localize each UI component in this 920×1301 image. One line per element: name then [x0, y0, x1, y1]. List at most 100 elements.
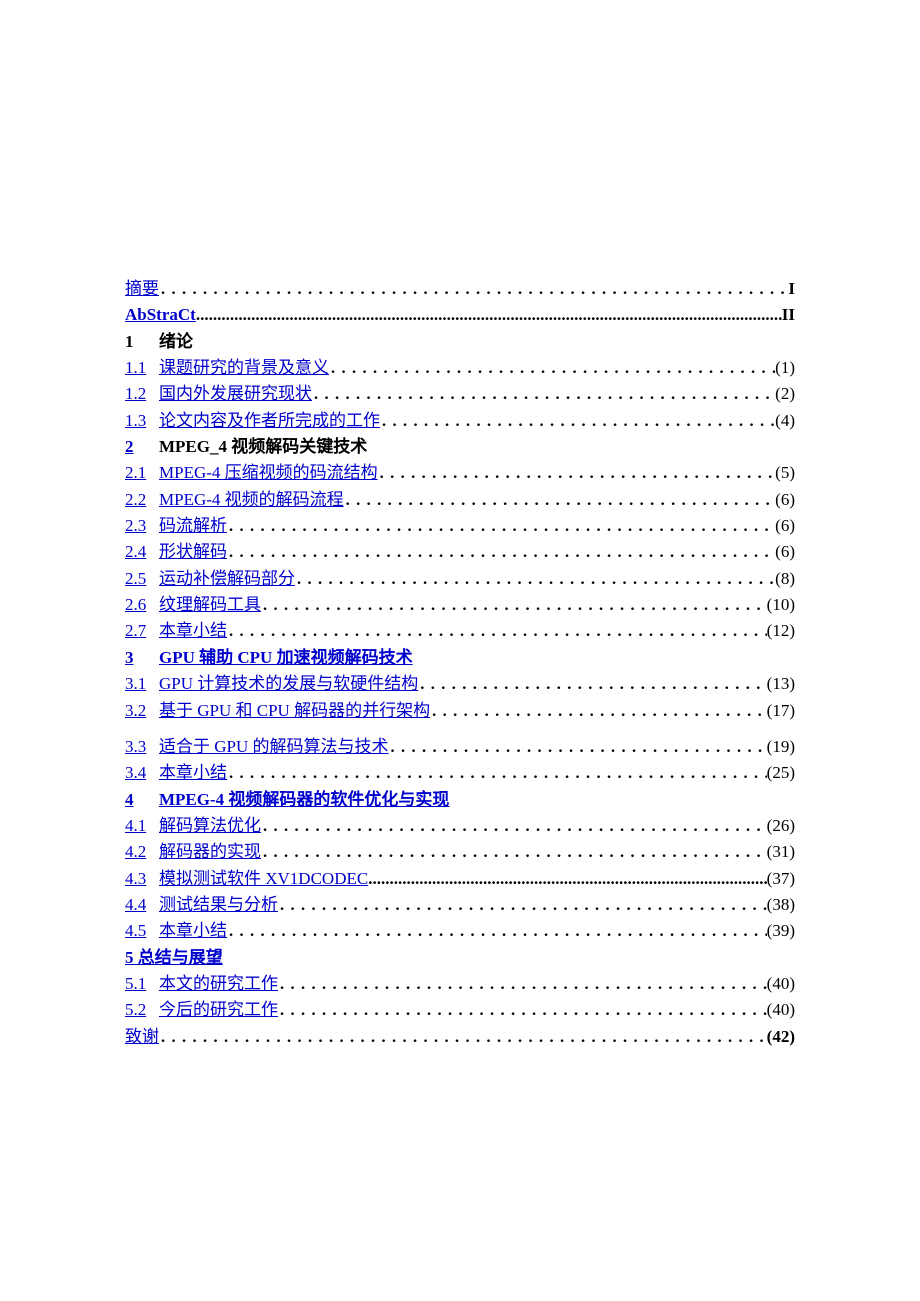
toc-entry-label[interactable]: 码流解析: [159, 513, 227, 539]
toc-chapter-number[interactable]: 2: [125, 434, 159, 460]
toc-entry-page: (17): [767, 698, 795, 724]
toc-leader-dots: [295, 566, 775, 592]
toc-entry-label[interactable]: 基于 GPU 和 CPU 解码器的并行架构: [159, 698, 430, 724]
toc-entry-number[interactable]: 4.1: [125, 813, 159, 839]
toc-entry-label[interactable]: 致谢: [125, 1024, 159, 1050]
toc-entry-label[interactable]: 纹理解码工具: [159, 592, 261, 618]
toc-chapter-title[interactable]: 5 总结与展望: [125, 948, 223, 967]
toc-entry-back: 致谢(42): [125, 1024, 795, 1050]
toc-leader-dots: [278, 997, 767, 1023]
toc-entry-label[interactable]: 本章小结: [159, 760, 227, 786]
toc-entry-label[interactable]: 摘要: [125, 276, 159, 302]
toc-entry-section: 3.2基于 GPU 和 CPU 解码器的并行架构 (17): [125, 698, 795, 724]
toc-chapter-number: 1: [125, 329, 159, 355]
toc-entry-number[interactable]: 5.1: [125, 971, 159, 997]
toc-entry-section: 1.1课题研究的背景及意义 (1): [125, 355, 795, 381]
toc-entry-number[interactable]: 5.2: [125, 997, 159, 1023]
toc-entry-page: (8): [775, 566, 795, 592]
toc-entry-page: (1): [775, 355, 795, 381]
toc-entry-front: AbStraCtII: [125, 302, 795, 328]
toc-entry-number[interactable]: 2.4: [125, 539, 159, 565]
toc-entry-label[interactable]: 形状解码: [159, 539, 227, 565]
toc-entry-page: (39): [767, 918, 795, 944]
toc-entry-label[interactable]: 课题研究的背景及意义: [159, 355, 329, 381]
toc-entry-section: 2.7本章小结 (12): [125, 618, 795, 644]
toc-leader-dots: [227, 618, 767, 644]
toc-entry-number[interactable]: 1.1: [125, 355, 159, 381]
toc-entry-number[interactable]: 4.2: [125, 839, 159, 865]
toc-chapter-number[interactable]: 4: [125, 787, 159, 813]
toc-entry-number[interactable]: 2.6: [125, 592, 159, 618]
toc-entry-section: 1.2国内外发展研究现状(2): [125, 381, 795, 407]
toc-entry-number[interactable]: 4.3: [125, 866, 159, 892]
toc-entry-page: (40): [767, 971, 795, 997]
toc-entry-section: 4.5本章小结 (39): [125, 918, 795, 944]
toc-entry-label[interactable]: 本章小结: [159, 618, 227, 644]
toc-entry-page: (40): [767, 997, 795, 1023]
toc-entry-page: (25): [767, 760, 795, 786]
toc-chapter-heading: 4MPEG-4 视频解码器的软件优化与实现: [125, 787, 795, 813]
toc-entry-label[interactable]: 模拟测试软件 XV1DCODEC: [159, 866, 368, 892]
toc-entry-number[interactable]: 3.2: [125, 698, 159, 724]
toc-entry-page: (31): [767, 839, 795, 865]
toc-entry-number[interactable]: 2.2: [125, 487, 159, 513]
toc-entry-page: (12): [767, 618, 795, 644]
toc-entry-section: 4.1解码算法优化 (26): [125, 813, 795, 839]
toc-entry-label[interactable]: 论文内容及作者所完成的工作: [159, 408, 380, 434]
toc-chapter-heading: 1绪论: [125, 329, 795, 355]
toc-entry-label[interactable]: 运动补偿解码部分: [159, 566, 295, 592]
toc-entry-section: 3.1GPU 计算技术的发展与软硬件结构(13): [125, 671, 795, 697]
toc-entry-number[interactable]: 1.3: [125, 408, 159, 434]
toc-entry-number[interactable]: 4.4: [125, 892, 159, 918]
toc-leader-dots: [278, 971, 767, 997]
toc-leader-dots: [227, 918, 767, 944]
toc-entry-section: 2.1MPEG-4 压缩视频的码流结构(5): [125, 460, 795, 486]
toc-entry-page: (19): [767, 734, 795, 760]
toc-entry-page: (37): [767, 866, 795, 892]
toc-entry-label[interactable]: 解码器的实现: [159, 839, 261, 865]
toc-entry-page: (6): [775, 539, 795, 565]
toc-leader-dots: [227, 539, 775, 565]
toc-entry-number[interactable]: 3.1: [125, 671, 159, 697]
toc-entry-label[interactable]: 国内外发展研究现状: [159, 381, 312, 407]
toc-leader-dots: [430, 698, 767, 724]
toc-entry-page: (6): [775, 487, 795, 513]
toc-entry-label[interactable]: 今后的研究工作: [159, 997, 278, 1023]
toc-entry-section: 2.5运动补偿解码部分 (8): [125, 566, 795, 592]
toc-entry-label[interactable]: 本章小结: [159, 918, 227, 944]
toc-entry-section: 4.4测试结果与分析 (38): [125, 892, 795, 918]
toc-chapter-title[interactable]: GPU 辅助 CPU 加速视频解码技术: [159, 648, 413, 667]
toc-chapter-title: MPEG_4 视频解码关键技术: [159, 437, 367, 456]
toc-leader-dots: [159, 276, 788, 302]
toc-entry-label[interactable]: 解码算法优化: [159, 813, 261, 839]
toc-chapter-title[interactable]: MPEG-4 视频解码器的软件优化与实现: [159, 790, 449, 809]
toc-leader-dots: [196, 302, 782, 328]
toc-leader-dots: [344, 487, 776, 513]
toc-entry-section: 5.2今后的研究工作 (40): [125, 997, 795, 1023]
toc-leader-dots: [261, 813, 767, 839]
toc-entry-page: (26): [767, 813, 795, 839]
toc-entry-label[interactable]: AbStraCt: [125, 302, 196, 328]
toc-entry-number[interactable]: 3.4: [125, 760, 159, 786]
toc-entry-number[interactable]: 2.3: [125, 513, 159, 539]
toc-leader-dots: [261, 592, 767, 618]
toc-entry-number[interactable]: 1.2: [125, 381, 159, 407]
toc-chapter-title: 绪论: [159, 332, 193, 351]
toc-entry-page: I: [788, 276, 795, 302]
toc-entry-label[interactable]: 适合于 GPU 的解码算法与技术: [159, 734, 389, 760]
toc-entry-number[interactable]: 2.5: [125, 566, 159, 592]
toc-leader-dots: [389, 734, 767, 760]
toc-entry-label[interactable]: GPU 计算技术的发展与软硬件结构: [159, 671, 418, 697]
toc-entry-section: 2.6纹理解码工具(10): [125, 592, 795, 618]
toc-entry-label[interactable]: 测试结果与分析: [159, 892, 278, 918]
toc-entry-number[interactable]: 3.3: [125, 734, 159, 760]
toc-entry-page: (38): [767, 892, 795, 918]
toc-entry-number[interactable]: 2.7: [125, 618, 159, 644]
toc-chapter-number[interactable]: 3: [125, 645, 159, 671]
toc-entry-page: (4): [775, 408, 795, 434]
toc-entry-label[interactable]: MPEG-4 压缩视频的码流结构: [159, 460, 378, 486]
toc-entry-label[interactable]: MPEG-4 视频的解码流程: [159, 487, 344, 513]
toc-entry-label[interactable]: 本文的研究工作: [159, 971, 278, 997]
toc-entry-number[interactable]: 2.1: [125, 460, 159, 486]
toc-entry-number[interactable]: 4.5: [125, 918, 159, 944]
